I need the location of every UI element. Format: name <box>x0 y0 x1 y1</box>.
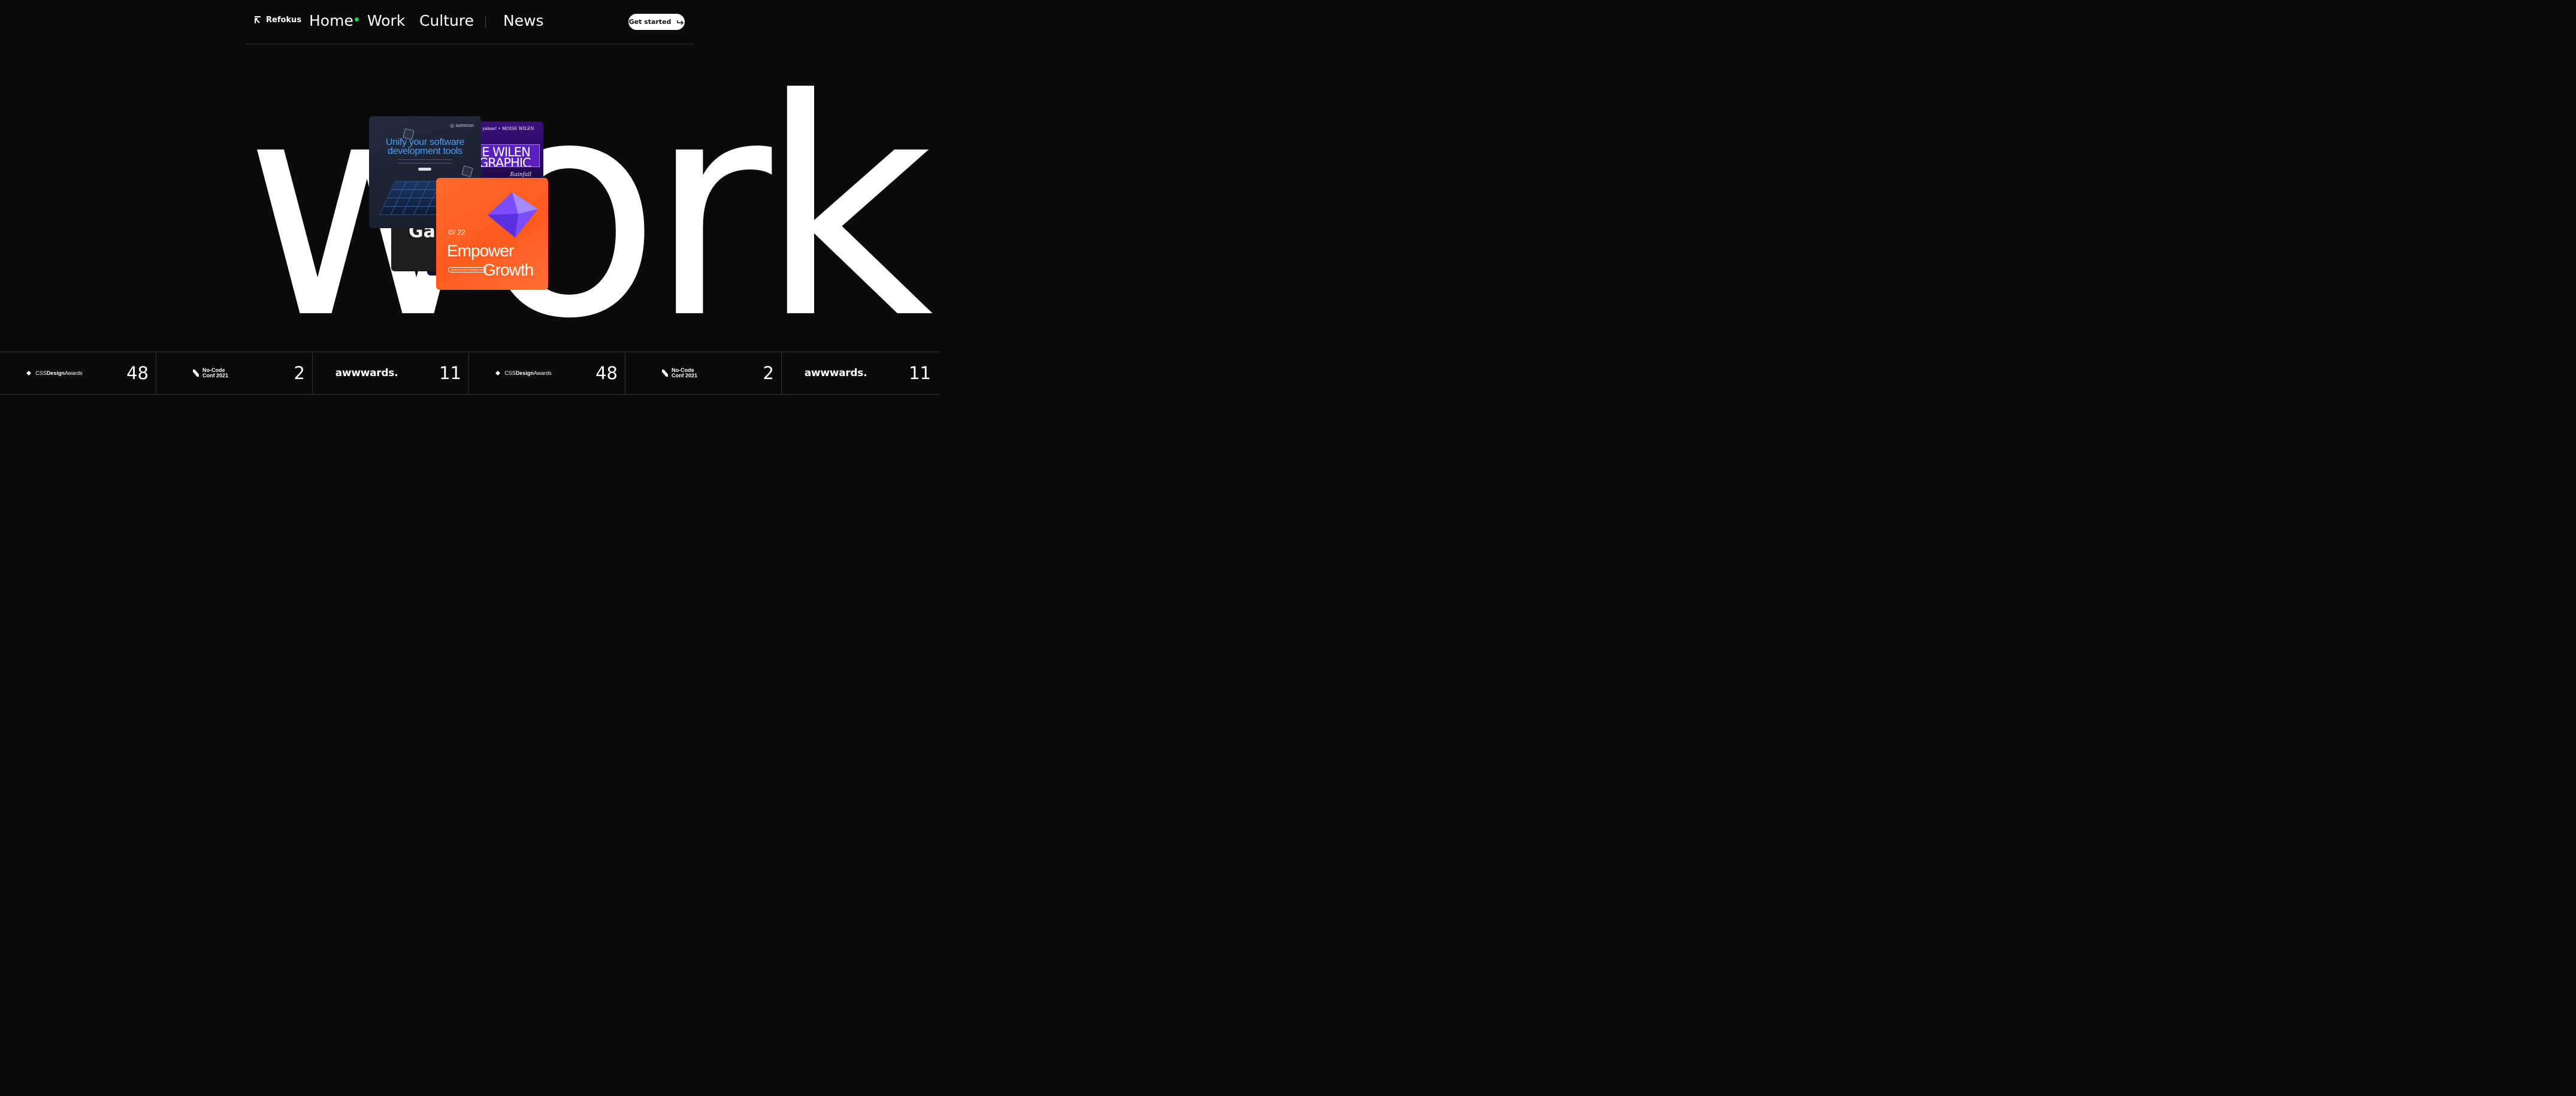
chip-icon <box>461 165 473 177</box>
project-card-orange[interactable]: ©/ 22 Empower SHOWCASE WEBSITES Growth <box>436 178 548 290</box>
purple-card-name-2: GRAPHIC <box>480 156 531 167</box>
orange-card-year: ©/ 22 <box>448 228 465 237</box>
award-org-label: No-Code Conf 2021 <box>202 367 228 379</box>
purple-card-banner: IE WILEN GRAPHIC <box>480 144 540 167</box>
award-awwwards: awwwards. 11 <box>782 352 938 394</box>
nav-link-culture[interactable]: Culture <box>419 12 474 29</box>
summon-brand: ◎ summon <box>450 123 474 128</box>
refokus-logo-icon <box>255 16 261 23</box>
hero-heading: work <box>244 35 933 384</box>
award-nocode: No-Code Conf 2021 2 <box>625 352 782 394</box>
get-started-button[interactable]: Get started <box>628 14 685 30</box>
award-count: 48 <box>126 363 149 383</box>
brand-logo[interactable]: Refokus <box>254 16 301 25</box>
orange-card-line1: Empower <box>447 241 514 260</box>
award-cssda: CSSDesignAwards 48 <box>0 352 156 394</box>
nav-link-work[interactable]: Work <box>367 12 405 29</box>
get-started-label: Get started <box>628 18 672 26</box>
award-org-label: CSSDesignAwards <box>35 370 83 376</box>
summon-headline-1: Unify your software <box>385 137 465 147</box>
summon-headline: Unify your software development tools <box>369 138 481 156</box>
nocode-icon <box>192 370 199 377</box>
orange-card-line2: Growth <box>483 261 534 279</box>
orange-card-tag: SHOWCASE WEBSITES <box>448 267 487 273</box>
cssda-icon <box>26 371 32 376</box>
award-count: 11 <box>439 363 461 383</box>
summon-button <box>418 168 431 171</box>
awards-strip: CSSDesignAwards 48 No-Code Conf 2021 2 aw… <box>0 352 939 395</box>
award-count: 2 <box>294 363 305 383</box>
crystal-shape-icon <box>488 192 538 238</box>
award-cssda: CSSDesignAwards 48 <box>469 352 625 394</box>
nav-link-news[interactable]: News <box>503 12 544 29</box>
purple-card-sub: Rainfall <box>510 172 531 178</box>
active-indicator-dot <box>355 17 359 22</box>
award-count: 48 <box>595 363 618 383</box>
nav-link-home[interactable]: Home <box>309 12 353 29</box>
award-count: 2 <box>763 363 774 383</box>
award-org-label: awwwards. <box>804 367 867 379</box>
brand-name: Refokus <box>266 16 302 25</box>
summon-paragraph <box>398 159 452 164</box>
arrow-right-icon <box>677 20 684 25</box>
award-awwwards: awwwards. 11 <box>313 352 469 394</box>
award-org-label: No-Code Conf 2021 <box>671 367 697 379</box>
nav-divider <box>485 16 486 28</box>
award-count: 11 <box>909 363 931 383</box>
summon-headline-2: development tools <box>388 146 462 156</box>
cssda-icon <box>495 371 501 376</box>
purple-card-top: yahoo! • MOISE WILEN <box>482 126 534 131</box>
nocode-icon <box>661 370 668 377</box>
award-org-label: CSSDesignAwards <box>504 370 552 376</box>
award-nocode: No-Code Conf 2021 2 <box>156 352 313 394</box>
award-org-label: awwwards. <box>335 367 398 379</box>
